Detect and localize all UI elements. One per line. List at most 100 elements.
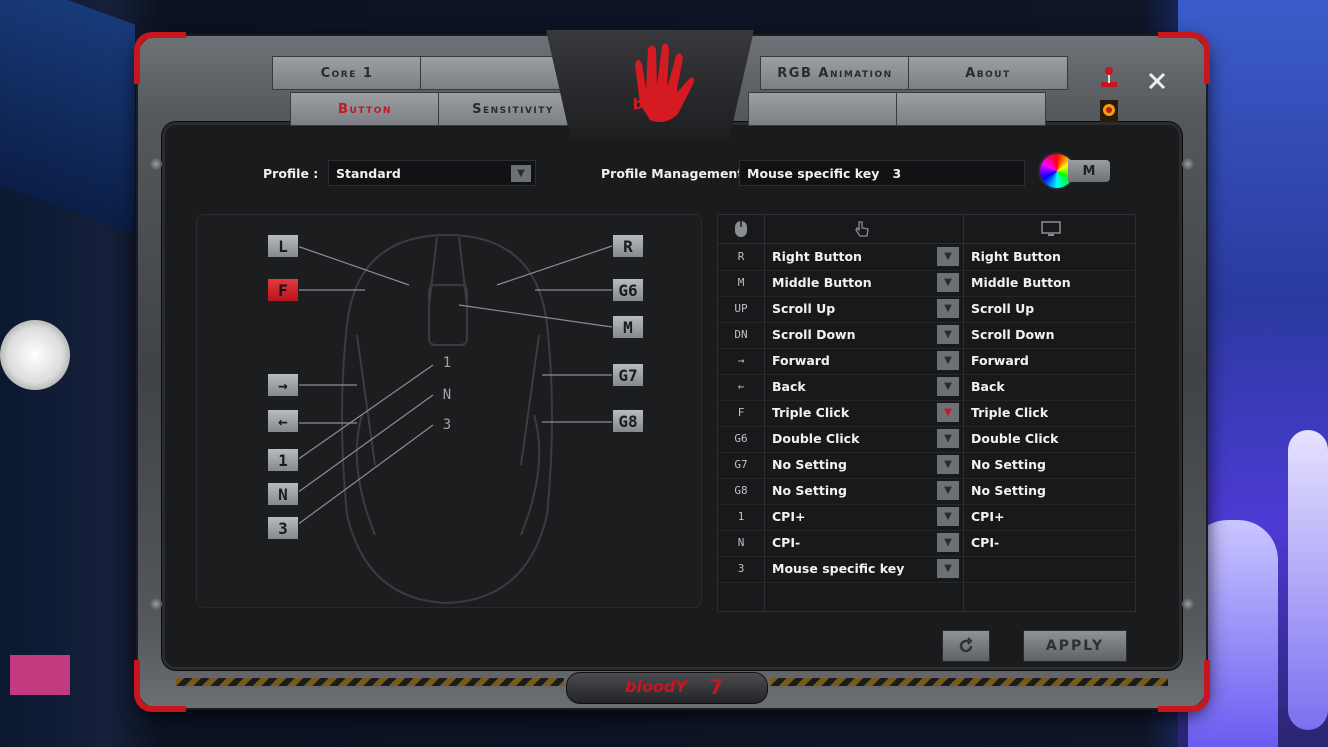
row-key: 3 [737, 562, 745, 575]
light-column-shape [1288, 430, 1328, 730]
table-row[interactable]: G8 No Setting ▼ No Setting [718, 478, 1135, 505]
tab-rgb-animation[interactable]: RGB Animation [760, 56, 910, 90]
footer-badge: bloodY 7 [566, 672, 768, 704]
table-row[interactable]: M Middle Button ▼ Middle Button [718, 270, 1135, 297]
table-row[interactable]: 3 Mouse specific key ▼ [718, 556, 1135, 583]
tab-blank [420, 56, 568, 90]
mouse-key-n[interactable]: N [267, 482, 299, 506]
row-assigned: No Setting [971, 483, 1046, 498]
chevron-down-icon[interactable]: ▼ [937, 403, 959, 422]
tab-core1[interactable]: Core 1 [272, 56, 422, 90]
profile-value: Standard [336, 165, 401, 181]
tab-blank [748, 92, 898, 126]
mouse-key-back[interactable]: ← [267, 409, 299, 433]
close-icon[interactable] [1146, 70, 1168, 92]
row-action: Scroll Down [772, 327, 856, 342]
profile-management-field[interactable]: Mouse specific key 3 [739, 160, 1025, 186]
frame-corner [134, 32, 186, 84]
joystick-icon[interactable] [1098, 66, 1120, 88]
row-action: Double Click [772, 431, 860, 446]
apply-button[interactable]: APPLY [1023, 630, 1127, 662]
table-row[interactable]: ← Back ▼ Back [718, 374, 1135, 401]
bloody-hand-logo-icon [635, 43, 694, 122]
row-assigned: Scroll Down [971, 327, 1055, 342]
table-row[interactable]: UP Scroll Up ▼ Scroll Up [718, 296, 1135, 323]
chevron-down-icon[interactable]: ▼ [937, 299, 959, 318]
footer-version: 7 [709, 675, 723, 699]
mouse-key-g8[interactable]: G8 [612, 409, 644, 433]
row-action: Scroll Up [772, 301, 836, 316]
row-assigned: Middle Button [971, 275, 1071, 290]
row-key: G8 [734, 484, 748, 497]
m-button[interactable]: M [1068, 160, 1110, 182]
mouse-key-r[interactable]: R [612, 234, 644, 258]
light-bulb-icon[interactable] [1098, 100, 1120, 122]
mouse-key-g7[interactable]: G7 [612, 363, 644, 387]
row-assigned: Triple Click [971, 405, 1049, 420]
table-row[interactable]: DN Scroll Down ▼ Scroll Down [718, 322, 1135, 349]
row-key: → [737, 354, 745, 367]
mouse-key-forward[interactable]: → [267, 373, 299, 397]
row-action: CPI- [772, 535, 801, 550]
monitor-icon [1041, 221, 1061, 241]
row-key: DN [734, 328, 748, 341]
chevron-down-icon[interactable]: ▼ [937, 377, 959, 396]
row-assigned: Scroll Up [971, 301, 1035, 316]
row-key: N [737, 536, 745, 549]
row-action: No Setting [772, 483, 847, 498]
mouse-key-l[interactable]: L [267, 234, 299, 258]
row-assigned: Forward [971, 353, 1029, 368]
chevron-down-icon[interactable]: ▼ [937, 247, 959, 266]
table-row[interactable]: G7 No Setting ▼ No Setting [718, 452, 1135, 479]
mouse-key-m[interactable]: M [612, 315, 644, 339]
chevron-down-icon[interactable]: ▼ [937, 325, 959, 344]
mouse-key-1[interactable]: 1 [267, 448, 299, 472]
table-row[interactable]: R Right Button ▼ Right Button [718, 244, 1135, 271]
chevron-down-icon[interactable]: ▼ [937, 507, 959, 526]
screw-icon [1182, 158, 1194, 170]
neon-sign-shape [10, 655, 70, 695]
svg-text:1: 1 [443, 355, 451, 371]
mouse-key-3[interactable]: 3 [267, 516, 299, 540]
row-key: UP [734, 302, 748, 315]
mouse-icon [734, 220, 748, 242]
chevron-down-icon[interactable]: ▼ [937, 273, 959, 292]
row-key: G7 [734, 458, 748, 471]
table-row[interactable]: → Forward ▼ Forward [718, 348, 1135, 375]
screw-icon [1182, 598, 1194, 610]
svg-text:3: 3 [443, 417, 451, 433]
chevron-down-icon[interactable]: ▼ [511, 165, 531, 182]
row-action: Back [772, 379, 806, 394]
row-action: CPI+ [772, 509, 806, 524]
billboard-shape [0, 0, 135, 235]
mouse-key-g6[interactable]: G6 [612, 278, 644, 302]
row-key: ← [737, 380, 745, 393]
chevron-down-icon[interactable]: ▼ [937, 429, 959, 448]
tab-button[interactable]: Button [290, 92, 440, 126]
reset-button[interactable] [942, 630, 990, 662]
row-key: M [737, 276, 745, 289]
screw-icon [150, 598, 162, 610]
table-header [718, 215, 1135, 244]
row-assigned: CPI- [971, 535, 1000, 550]
hazard-stripe [176, 678, 564, 686]
profile-select[interactable]: Standard ▼ [328, 160, 536, 186]
button-assignment-table: R Right Button ▼ Right Button M Middle B… [717, 214, 1136, 612]
hazard-stripe [770, 678, 1168, 686]
chevron-down-icon[interactable]: ▼ [937, 481, 959, 500]
chevron-down-icon[interactable]: ▼ [937, 533, 959, 552]
table-row[interactable]: 1 CPI+ ▼ CPI+ [718, 504, 1135, 531]
footer-logo-text: bloodY [625, 677, 687, 696]
chevron-down-icon[interactable]: ▼ [937, 455, 959, 474]
row-key: R [737, 250, 745, 263]
tab-about[interactable]: About [908, 56, 1068, 90]
mouse-key-f[interactable]: F [267, 278, 299, 302]
table-row[interactable]: F Triple Click ▼ Triple Click [718, 400, 1135, 427]
profile-management-value: Mouse specific key 3 [747, 165, 902, 181]
table-row[interactable]: N CPI- ▼ CPI- [718, 530, 1135, 557]
svg-text:N: N [443, 387, 451, 403]
chevron-down-icon[interactable]: ▼ [937, 351, 959, 370]
table-row[interactable]: G6 Double Click ▼ Double Click [718, 426, 1135, 453]
tab-blank [896, 92, 1046, 126]
chevron-down-icon[interactable]: ▼ [937, 559, 959, 578]
